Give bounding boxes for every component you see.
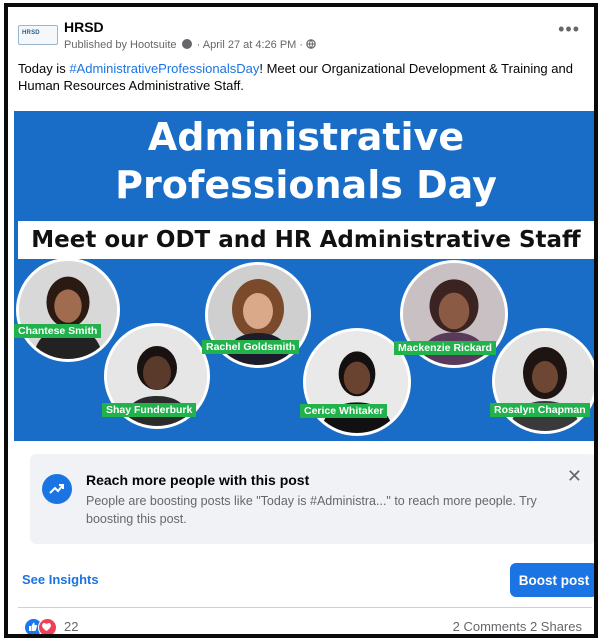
more-options-icon[interactable]: ••• [558, 19, 580, 40]
separator: · [196, 39, 201, 51]
post-header: HRSD HRSD Published by Hootsuite · April… [18, 15, 584, 55]
banner-title-line2: Professionals Day [115, 163, 497, 207]
shares-link[interactable]: 2 Shares [530, 619, 582, 634]
staff-photo [16, 258, 120, 362]
post-date[interactable]: April 27 at 4:26 PM [203, 39, 297, 51]
staff-name: Cerice Whitaker [300, 404, 388, 418]
staff-name: Rosalyn Chapman [490, 403, 590, 417]
staff-photo [492, 328, 594, 434]
see-insights-link[interactable]: See Insights [22, 572, 99, 587]
facebook-post: HRSD HRSD Published by Hootsuite · April… [4, 3, 598, 638]
love-reaction-icon [38, 618, 57, 634]
globe-icon [306, 39, 316, 51]
publisher-text: Published by Hootsuite [64, 39, 177, 51]
info-icon[interactable] [181, 39, 192, 49]
boost-card-title: Reach more people with this post [86, 472, 310, 488]
staff-name: Mackenzie Rickard [394, 341, 496, 355]
staff-name: Rachel Goldsmith [202, 340, 300, 354]
trending-up-icon [42, 474, 72, 504]
page-avatar[interactable]: HRSD [18, 25, 58, 45]
post-meta: Published by Hootsuite · April 27 at 4:2… [64, 39, 316, 51]
reaction-count: 22 [64, 619, 79, 634]
boost-post-button[interactable]: Boost post [510, 563, 594, 597]
banner-subtitle: Meet our ODT and HR Administrative Staff [18, 221, 594, 259]
divider [18, 607, 592, 608]
banner-title-line1: Administrative [147, 115, 465, 159]
boost-card-body: People are boosting posts like "Today is… [86, 494, 537, 526]
post-image[interactable]: Administrative Professionals Day Meet ou… [14, 111, 594, 441]
logo-text: HRSD [22, 30, 40, 36]
page-name[interactable]: HRSD [64, 19, 104, 35]
engagement-stats: 2 Comments 2 Shares [453, 619, 582, 634]
staff-name: Shay Funderburk [102, 403, 197, 417]
staff-name: Chantese Smith [14, 324, 102, 338]
comments-link[interactable]: 2 Comments [453, 619, 527, 634]
hashtag-link[interactable]: #AdministrativeProfessionalsDay [69, 61, 259, 76]
boost-suggestion-card: Reach more people with this post People … [30, 454, 594, 544]
post-text-intro: Today is [18, 61, 70, 76]
close-icon[interactable]: ✕ [567, 466, 582, 487]
post-text: Today is #AdministrativeProfessionalsDay… [18, 60, 588, 94]
separator: · [299, 39, 304, 51]
